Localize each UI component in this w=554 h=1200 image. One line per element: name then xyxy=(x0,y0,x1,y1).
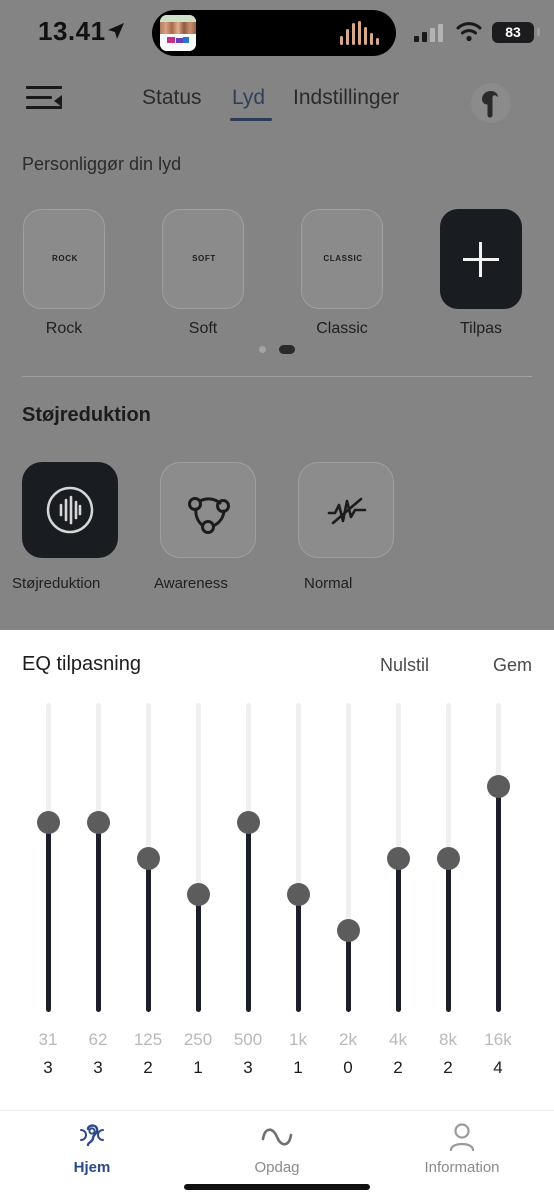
phone-screen: 13.41 83 Status Lyd Indstillinger Person… xyxy=(0,0,554,1200)
eq-track-fill xyxy=(246,821,251,1012)
bottom-nav-information[interactable]: Information xyxy=(370,1119,554,1176)
active-tab-underline xyxy=(230,118,272,121)
preset-card-badge: SOFT xyxy=(192,254,216,263)
noise-cancel-waveform-icon xyxy=(46,486,94,534)
noise-section-title: Støjreduktion xyxy=(22,404,151,426)
location-arrow-icon xyxy=(106,21,126,46)
wave-icon xyxy=(185,1119,369,1155)
album-art-thumbnail xyxy=(160,15,196,51)
tab-indstillinger[interactable]: Indstillinger xyxy=(293,86,399,110)
eq-slider-knob[interactable] xyxy=(487,774,510,798)
noise-card-normal[interactable] xyxy=(298,462,394,558)
tab-lyd[interactable]: Lyd xyxy=(232,86,265,110)
eq-slider-knob[interactable] xyxy=(187,882,210,906)
cellular-signal-icon xyxy=(414,24,444,42)
top-navigation: Status Lyd Indstillinger xyxy=(0,62,554,140)
eq-slider-knob[interactable] xyxy=(237,810,260,834)
eq-track-fill xyxy=(296,893,301,1012)
eq-slider-group: 31 3 62 3 125 2 250 1 500 3 1k 1 2k 0 4k 2 8k 2 16k 4 xyxy=(0,630,554,1110)
preset-card-tilpas[interactable] xyxy=(440,209,522,309)
section-divider xyxy=(22,376,532,377)
eq-slider-knob[interactable] xyxy=(87,810,110,834)
ear-hearing-icon xyxy=(0,1119,184,1155)
noise-card-awareness[interactable] xyxy=(160,462,256,558)
eq-slider-knob[interactable] xyxy=(387,846,410,870)
eq-slider-knob[interactable] xyxy=(137,846,160,870)
eq-value-label: 4 xyxy=(493,1058,503,1077)
presets-title: Personliggør din lyd xyxy=(22,154,182,174)
noise-caption-stojreduktion: Støjreduktion xyxy=(12,575,101,592)
noise-card-stojreduktion[interactable] xyxy=(22,462,118,558)
bottom-nav-opdag[interactable]: Opdag xyxy=(185,1119,369,1176)
preset-caption-soft: Soft xyxy=(188,320,218,337)
preset-caption-tilpas: Tilpas xyxy=(459,320,503,337)
dynamic-island[interactable] xyxy=(152,10,396,56)
plus-icon xyxy=(440,209,522,309)
eq-slider-knob[interactable] xyxy=(37,810,60,834)
eq-track-fill xyxy=(146,857,151,1012)
status-bar: 13.41 83 xyxy=(0,0,554,62)
preset-caption-rock: Rock xyxy=(45,320,83,337)
eq-slider-knob[interactable] xyxy=(337,918,360,942)
preset-card-badge: ROCK xyxy=(52,254,78,263)
eq-track-fill xyxy=(96,821,101,1012)
eq-track-fill xyxy=(446,857,451,1012)
battery-indicator: 83 xyxy=(492,22,534,43)
pager-dot[interactable] xyxy=(258,346,266,354)
status-time: 13.41 xyxy=(38,16,106,46)
battery-cap-icon xyxy=(537,28,540,36)
audio-waveform-icon xyxy=(340,21,382,45)
eq-track-fill xyxy=(496,785,501,1012)
pager-dot-active[interactable] xyxy=(279,345,296,355)
preset-caption-classic: Classic xyxy=(316,320,368,337)
eq-slider-knob[interactable] xyxy=(287,882,310,906)
battery-level-text: 83 xyxy=(505,24,521,40)
person-icon xyxy=(370,1119,554,1155)
preset-card-classic[interactable]: CLASSIC xyxy=(301,209,383,309)
bottom-nav-label: Opdag xyxy=(254,1159,300,1176)
preset-card-rock[interactable]: ROCK xyxy=(23,209,105,309)
waveform-off-icon xyxy=(327,497,367,525)
eq-frequency-label: 16k xyxy=(484,1030,512,1049)
awareness-nodes-icon xyxy=(188,497,230,534)
noise-caption-awareness: Awareness xyxy=(154,575,228,592)
home-indicator xyxy=(184,1184,370,1190)
preset-pager-dots[interactable] xyxy=(0,341,554,359)
noise-caption-normal: Normal xyxy=(304,575,353,592)
eq-track-fill xyxy=(46,821,51,1012)
wifi-icon xyxy=(456,22,482,47)
preset-card-soft[interactable]: SOFT xyxy=(162,209,244,309)
eq-slider-knob[interactable] xyxy=(437,846,460,870)
eq-track-fill xyxy=(396,857,401,1012)
bottom-nav-hjem[interactable]: Hjem xyxy=(0,1119,184,1176)
bottom-navigation: Hjem Opdag Information xyxy=(0,1110,554,1200)
eq-track-fill xyxy=(346,929,351,1012)
eq-track-fill xyxy=(196,893,201,1012)
tab-status[interactable]: Status xyxy=(142,86,202,110)
dimmed-overlay-area: 13.41 83 Status Lyd Indstillinger Person… xyxy=(0,0,554,630)
bottom-nav-label: Information xyxy=(424,1159,500,1176)
bottom-nav-label: Hjem xyxy=(73,1159,111,1176)
earbud-icon[interactable] xyxy=(470,82,512,124)
preset-card-badge: CLASSIC xyxy=(323,254,363,263)
eq-sheet: EQ tilpasning Nulstil Gem 31 3 62 3 125 2 250 1… xyxy=(0,630,554,1110)
